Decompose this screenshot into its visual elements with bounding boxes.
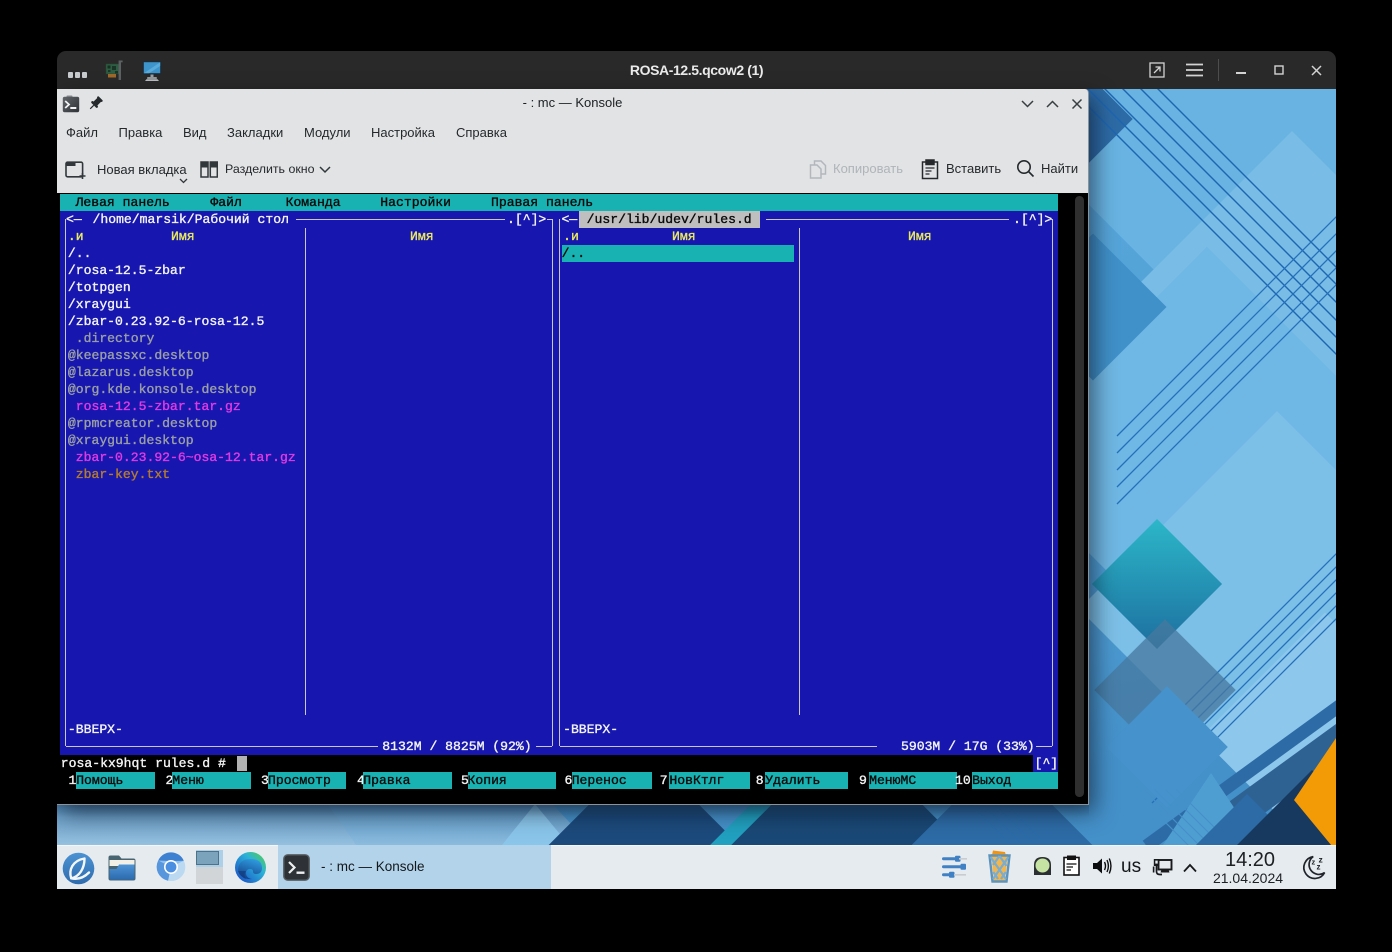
svg-text:z: z — [1312, 858, 1316, 867]
svg-text:z: z — [1317, 863, 1321, 872]
